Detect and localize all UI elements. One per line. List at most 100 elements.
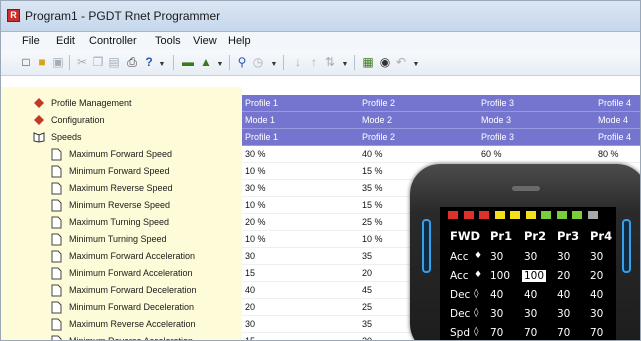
tree-item-label: Minimum Forward Deceleration bbox=[69, 302, 195, 312]
toolbar-dropdown-icon[interactable]: ▼ bbox=[338, 55, 352, 69]
tree-item[interactable]: Minimum Forward Deceleration bbox=[1, 299, 242, 316]
grid-cell[interactable]: 35 % bbox=[362, 183, 383, 193]
new-file-icon[interactable]: □ bbox=[19, 55, 33, 69]
header-cell: Mode 2 bbox=[362, 115, 393, 125]
lcd-row-marker-icon: ♦ bbox=[474, 270, 483, 280]
toolbar-dropdown-icon[interactable]: ▼ bbox=[409, 55, 423, 69]
grid-cell[interactable]: 35 bbox=[362, 319, 372, 329]
tree-item-label: Minimum Reverse Acceleration bbox=[69, 336, 194, 341]
grid-cell[interactable]: 60 % bbox=[481, 149, 502, 159]
paste-icon[interactable]: ▤ bbox=[107, 55, 121, 69]
sort-icon[interactable]: ⇅ bbox=[323, 55, 337, 69]
tree-item[interactable]: Minimum Reverse Acceleration bbox=[1, 333, 242, 341]
lcd-row-label: Acc bbox=[450, 251, 469, 263]
toolbar-dropdown-icon[interactable]: ▼ bbox=[267, 55, 281, 69]
grid-cell[interactable]: 35 bbox=[362, 251, 372, 261]
left-scroll-indicator bbox=[422, 219, 431, 273]
grid-cell[interactable]: 20 bbox=[362, 268, 372, 278]
timer-icon[interactable]: ◷ bbox=[251, 55, 265, 69]
document-icon bbox=[51, 335, 63, 340]
grid-cell[interactable]: 30 % bbox=[245, 183, 266, 193]
help-icon[interactable]: ? bbox=[142, 55, 156, 69]
tree-item[interactable]: Maximum Forward Deceleration bbox=[1, 282, 242, 299]
grid-cell[interactable]: 10 % bbox=[245, 200, 266, 210]
toolbar-dropdown-icon[interactable]: ▼ bbox=[155, 55, 169, 69]
tree-group-profile-management[interactable]: Profile Management bbox=[1, 95, 242, 112]
grid-cell[interactable]: 10 % bbox=[245, 166, 266, 176]
grid-cell[interactable]: 30 bbox=[245, 319, 255, 329]
document-icon bbox=[51, 250, 63, 263]
tree-item[interactable]: Minimum Turning Speed bbox=[1, 231, 242, 248]
menu-tools[interactable]: Tools bbox=[155, 35, 181, 47]
document-icon bbox=[51, 216, 63, 229]
lcd-value: 100 bbox=[490, 270, 511, 282]
lcd-row-label: Dec bbox=[450, 289, 471, 301]
tree-item[interactable]: Maximum Reverse Speed bbox=[1, 180, 242, 197]
grid-cell[interactable]: 40 % bbox=[362, 149, 383, 159]
grid-cell[interactable]: 20 bbox=[362, 336, 372, 340]
tree-item-label: Minimum Forward Speed bbox=[69, 166, 170, 176]
tree-item[interactable]: Minimum Reverse Speed bbox=[1, 197, 242, 214]
toolbar: □ ■ ▣ ✂ ❐ ▤ ⎙ ? ▼ ▬ ▲ ▼ ⚲ ◷ ▼ ↓ ↑ ⇅ ▼ ▦ … bbox=[1, 50, 640, 76]
open-folder-icon[interactable]: ■ bbox=[35, 55, 49, 69]
tree-item-label: Maximum Reverse Speed bbox=[69, 183, 173, 193]
grid-cell[interactable]: 25 bbox=[362, 302, 372, 312]
header-cell: Profile 3 bbox=[481, 98, 515, 108]
grid-row-divider bbox=[242, 162, 640, 163]
grid-cell[interactable]: 45 bbox=[362, 285, 372, 295]
tree-item-label: Maximum Reverse Acceleration bbox=[69, 319, 196, 329]
grid-cell[interactable]: 10 % bbox=[362, 234, 383, 244]
tree-item[interactable]: Minimum Forward Speed bbox=[1, 163, 242, 180]
menu-bar: File Edit Controller Tools View Help bbox=[1, 32, 640, 50]
save-icon[interactable]: ▣ bbox=[51, 55, 65, 69]
lcd-row-label: Spd bbox=[450, 327, 470, 339]
menu-view[interactable]: View bbox=[193, 35, 217, 47]
tree-group-configuration[interactable]: Configuration bbox=[1, 112, 242, 129]
grid-cell[interactable]: 40 bbox=[245, 285, 255, 295]
menu-file[interactable]: File bbox=[22, 35, 40, 47]
write-controller-icon[interactable]: ▲ bbox=[199, 55, 213, 69]
search-icon[interactable]: ⚲ bbox=[235, 55, 249, 69]
tree-item[interactable]: Minimum Forward Acceleration bbox=[1, 265, 242, 282]
grid-cell[interactable]: 25 % bbox=[362, 217, 383, 227]
binoculars-icon[interactable]: ◉ bbox=[378, 55, 392, 69]
window-title: Program1 - PGDT Rnet Programmer bbox=[25, 9, 221, 23]
read-controller-icon[interactable]: ▬ bbox=[181, 55, 195, 69]
tree-item-label: Maximum Turning Speed bbox=[69, 217, 170, 227]
grid-cell[interactable]: 20 bbox=[245, 302, 255, 312]
grid-cell[interactable]: 10 % bbox=[245, 234, 266, 244]
lcd-value: 30 bbox=[590, 251, 604, 263]
toolbar-dropdown-icon[interactable]: ▼ bbox=[213, 55, 227, 69]
grid-cell[interactable]: 30 bbox=[245, 251, 255, 261]
battery-segment bbox=[463, 211, 474, 219]
grid-cell[interactable]: 15 bbox=[245, 268, 255, 278]
battery-segment bbox=[587, 211, 598, 219]
menu-help[interactable]: Help bbox=[228, 35, 251, 47]
grid-cell[interactable]: 30 % bbox=[245, 149, 266, 159]
menu-edit[interactable]: Edit bbox=[56, 35, 75, 47]
compare-icon[interactable]: ▦ bbox=[361, 55, 375, 69]
tree-item[interactable]: Maximum Reverse Acceleration bbox=[1, 316, 242, 333]
lcd-value: 30 bbox=[490, 251, 504, 263]
tree-item[interactable]: Maximum Forward Speed bbox=[1, 146, 242, 163]
grid-cell[interactable]: 20 % bbox=[245, 217, 266, 227]
menu-controller[interactable]: Controller bbox=[89, 35, 137, 47]
grid-header-mode: Mode 1 Mode 2 Mode 3 Mode 4 bbox=[242, 112, 640, 129]
header-cell: Mode 4 bbox=[598, 115, 629, 125]
lcd-value: 70 bbox=[557, 327, 571, 339]
up-arrow-icon[interactable]: ↑ bbox=[307, 55, 321, 69]
copy-icon[interactable]: ❐ bbox=[91, 55, 105, 69]
battery-segment bbox=[494, 211, 505, 219]
tree-item-label: Minimum Reverse Speed bbox=[69, 200, 171, 210]
tree-item[interactable]: Maximum Forward Acceleration bbox=[1, 248, 242, 265]
grid-cell[interactable]: 15 bbox=[245, 336, 255, 340]
grid-cell[interactable]: 15 % bbox=[362, 200, 383, 210]
print-icon[interactable]: ⎙ bbox=[125, 55, 139, 69]
cut-icon[interactable]: ✂ bbox=[75, 55, 89, 69]
grid-cell[interactable]: 80 % bbox=[598, 149, 619, 159]
down-arrow-icon[interactable]: ↓ bbox=[291, 55, 305, 69]
grid-cell[interactable]: 15 % bbox=[362, 166, 383, 176]
tree-group-speeds[interactable]: Speeds bbox=[1, 129, 242, 146]
tree-item[interactable]: Maximum Turning Speed bbox=[1, 214, 242, 231]
undo-icon[interactable]: ↶ bbox=[394, 55, 408, 69]
